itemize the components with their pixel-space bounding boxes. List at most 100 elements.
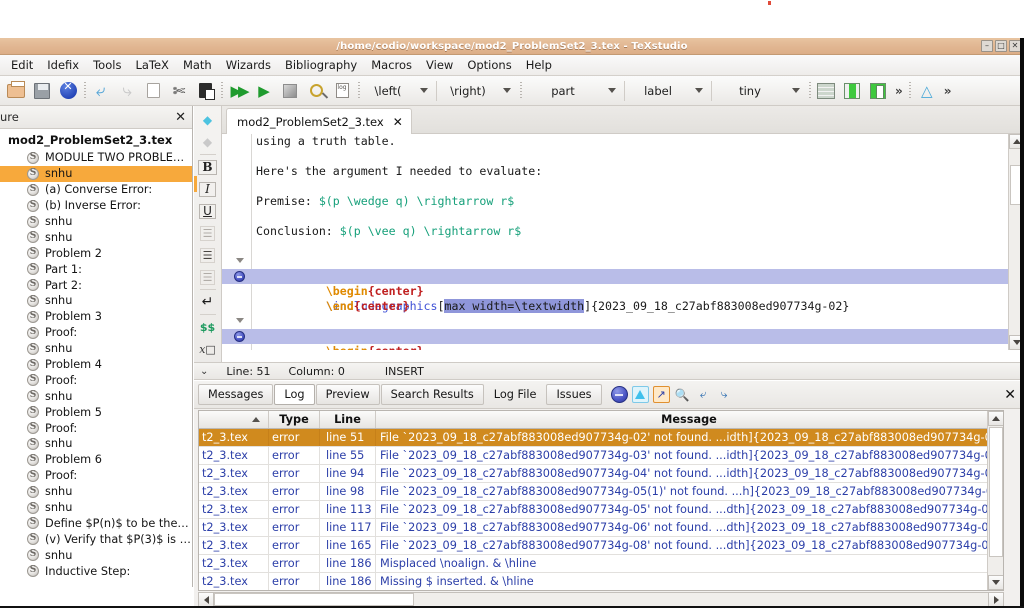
redo-button[interactable]: ⤷ — [114, 78, 140, 104]
structure-item[interactable]: (b) Inverse Error: — [0, 198, 192, 214]
maximize-button[interactable]: □ — [995, 40, 1007, 52]
code-line-blank[interactable] — [222, 149, 1008, 164]
structure-item[interactable]: Proof: — [0, 372, 192, 388]
label-combo[interactable]: label — [627, 84, 689, 98]
toolbar-overflow-1[interactable]: » — [891, 84, 907, 98]
code-line[interactable]: Conclusion: $(p \vee q) \rightarrow r$ — [222, 224, 1008, 239]
structure-item[interactable]: Proof: — [0, 420, 192, 436]
code-line[interactable]: using a truth table. — [222, 134, 1008, 149]
menu-tools[interactable]: Tools — [86, 57, 128, 73]
tab-log[interactable]: Log — [274, 384, 314, 405]
code-line-begin-center-2[interactable]: \begin{center} — [222, 314, 1008, 329]
column-header-type[interactable]: Type — [269, 411, 320, 428]
structure-item[interactable]: snhu — [0, 484, 192, 500]
table-row[interactable]: t2_3.tex error line 117 File `2023_09_18… — [199, 519, 1003, 537]
bookmark-next-icon[interactable]: ◆ — [197, 131, 219, 153]
left-delimiter-combo[interactable]: \left( — [362, 84, 414, 98]
table-row[interactable]: t2_3.tex error line 186 Misplaced \noali… — [199, 555, 1003, 573]
code-line[interactable]: Premise: $(p \wedge q) \rightarrow r$ — [222, 194, 1008, 209]
log-scroll-thumb[interactable] — [989, 427, 1003, 557]
diff-button[interactable]: △ — [914, 78, 940, 104]
structure-item[interactable]: snhu — [0, 214, 192, 230]
structure-item[interactable]: snhu — [0, 229, 192, 245]
newline-button[interactable]: ↵ — [197, 291, 219, 313]
error-filter-icon[interactable] — [611, 386, 628, 403]
structure-item[interactable]: Problem 2 — [0, 245, 192, 261]
structure-item[interactable]: snhu — [0, 293, 192, 309]
structure-item[interactable]: Part 2: — [0, 277, 192, 293]
tab-search-results[interactable]: Search Results — [381, 384, 484, 405]
menu-bibliography[interactable]: Bibliography — [278, 57, 364, 73]
log-scroll-left-button[interactable] — [199, 593, 214, 606]
menu-math[interactable]: Math — [176, 57, 219, 73]
menu-help[interactable]: Help — [519, 57, 559, 73]
log-scroll-right-button[interactable] — [988, 593, 1003, 606]
log-panel-close-icon[interactable]: ✕ — [1004, 387, 1016, 403]
menu-idefix[interactable]: Idefix — [40, 57, 86, 73]
structure-item[interactable]: Problem 4 — [0, 357, 192, 373]
menu-latex[interactable]: LaTeX — [128, 57, 175, 73]
column-header-line[interactable]: Line — [320, 411, 376, 428]
toolbar-overflow-2[interactable]: » — [940, 84, 956, 98]
paste-button[interactable] — [140, 78, 166, 104]
structure-panel-close-icon[interactable]: ✕ — [175, 111, 186, 124]
minimize-button[interactable]: – — [981, 40, 993, 52]
add-column-button[interactable] — [839, 78, 865, 104]
code-line[interactable]: Here's the argument I needed to evaluate… — [222, 164, 1008, 179]
view-log-button[interactable] — [303, 78, 329, 104]
compile-button[interactable]: ▶ — [251, 78, 277, 104]
menu-options[interactable]: Options — [460, 57, 518, 73]
font-size-combo[interactable]: tiny — [714, 84, 786, 98]
menu-macros[interactable]: Macros — [364, 57, 419, 73]
code-line-blank[interactable]: ​ — [222, 299, 1008, 314]
structure-item[interactable]: Inductive Step: — [0, 563, 192, 579]
insert-table-button[interactable] — [813, 78, 839, 104]
issues-button[interactable]: Issues — [546, 384, 601, 405]
align-justify-button[interactable]: ☰ — [197, 266, 219, 288]
log-hscroll-thumb[interactable] — [214, 593, 414, 606]
log-vertical-scrollbar[interactable] — [987, 411, 1003, 590]
fold-triangle-icon[interactable] — [236, 318, 244, 323]
chevron-down-icon-left-delim[interactable] — [420, 88, 428, 93]
tab-close-icon[interactable]: ✕ — [393, 115, 403, 129]
warning-filter-icon[interactable] — [632, 386, 649, 403]
structure-item[interactable]: snhu — [0, 500, 192, 516]
table-row[interactable]: t2_3.tex error line 51 File `2023_09_18_… — [199, 429, 1003, 447]
close-document-button[interactable] — [55, 78, 81, 104]
structure-item[interactable]: snhu — [0, 547, 192, 563]
code-line-includegraphics-2[interactable]: \includegraphics[max width=\textwidth]{2… — [222, 329, 1008, 344]
next-error-icon[interactable]: ⤷ — [716, 386, 733, 403]
code-line-end-center-1[interactable]: \end{center} — [222, 284, 1008, 299]
structure-item[interactable]: snhu — [0, 388, 192, 404]
structure-root-item[interactable]: mod2_ProblemSet2_3.tex — [0, 131, 192, 150]
chevron-down-icon-structure[interactable] — [608, 88, 616, 93]
prev-error-icon[interactable]: ⤶ — [695, 386, 712, 403]
structure-item[interactable]: (a) Converse Error: — [0, 182, 192, 198]
search-log-icon[interactable]: 🔍 — [674, 386, 691, 403]
structure-level-combo[interactable]: part — [524, 84, 602, 98]
table-row[interactable]: t2_3.tex error line 98 File `2023_09_18_… — [199, 483, 1003, 501]
chevron-down-icon-fontsize[interactable] — [792, 88, 800, 93]
log-horizontal-scrollbar[interactable] — [198, 592, 1004, 607]
structure-item[interactable]: Part 1: — [0, 261, 192, 277]
column-header-file[interactable] — [199, 411, 269, 428]
code-line-begin-center-1[interactable]: \begin{center} — [222, 254, 1008, 269]
build-and-view-button[interactable]: ▶▶ — [225, 78, 251, 104]
tab-mod2-problemset[interactable]: mod2_ProblemSet2_3.tex ✕ — [226, 108, 412, 134]
code-line-includegraphics-1[interactable]: \includegraphics[max width=\textwidth]{2… — [222, 269, 1008, 284]
log-scroll-down-button[interactable] — [988, 575, 1004, 590]
structure-tree[interactable]: mod2_ProblemSet2_3.tex MODULE TWO PROBLE… — [0, 129, 192, 579]
error-marker-icon[interactable] — [234, 271, 245, 282]
code-line-blank[interactable] — [222, 209, 1008, 224]
underline-button[interactable]: U — [197, 200, 219, 222]
structure-item[interactable]: Problem 5 — [0, 404, 192, 420]
error-marker-icon[interactable] — [234, 331, 245, 342]
chevron-down-icon-right-delim[interactable] — [503, 88, 511, 93]
save-button[interactable] — [29, 78, 55, 104]
print-button[interactable] — [3, 78, 29, 104]
table-row[interactable]: t2_3.tex error line 113 File `2023_09_18… — [199, 501, 1003, 519]
badbox-filter-icon[interactable]: ↗ — [653, 386, 670, 403]
log-scroll-up-button[interactable] — [988, 411, 1004, 426]
structure-item[interactable]: Problem 3 — [0, 309, 192, 325]
fold-triangle-icon[interactable] — [236, 258, 244, 263]
